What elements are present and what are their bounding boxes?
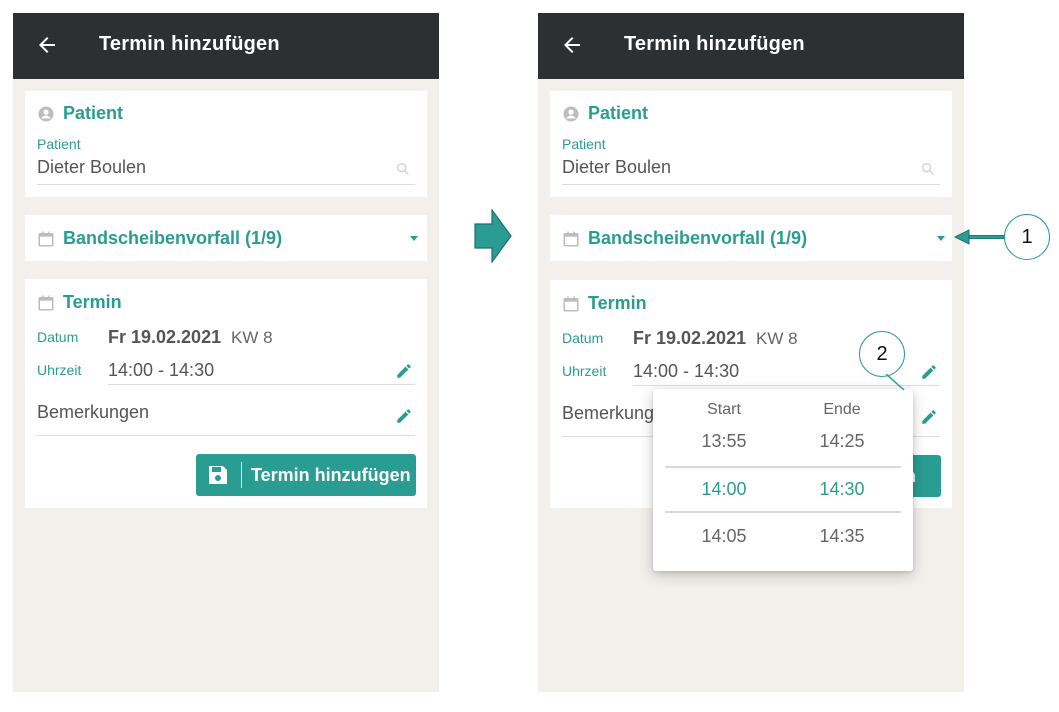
callout-1: 1 — [1004, 214, 1050, 260]
time-picker-popup[interactable]: Start Ende 13:55 14:25 14:00 14:30 14:05… — [653, 389, 913, 571]
date-label: Datum — [37, 329, 79, 345]
calendar-icon — [38, 295, 54, 310]
user-circle-icon — [563, 106, 579, 121]
diagnosis-dropdown[interactable]: Bandscheibenvorfall (1/9) — [25, 215, 427, 261]
patient-field-value[interactable]: Dieter Boulen — [37, 157, 146, 178]
time-label: Uhrzeit — [562, 363, 607, 379]
start-time-option-selected[interactable]: 14:00 — [664, 479, 784, 500]
appointment-section-title: Termin — [562, 293, 647, 314]
patient-field-underline — [37, 184, 415, 185]
patient-field-label: Patient — [562, 136, 606, 152]
remarks-label[interactable]: Bemerkungen — [37, 402, 149, 423]
calendar-icon — [563, 231, 579, 246]
patient-card: Patient Patient Dieter Boulen — [25, 91, 427, 197]
save-icon — [209, 466, 227, 484]
start-time-option[interactable]: 14:05 — [664, 526, 784, 547]
page-title: Termin hinzufügen — [99, 33, 280, 55]
callout-1-arrow — [953, 229, 1008, 245]
search-icon[interactable] — [395, 161, 411, 177]
end-column-header: Ende — [823, 401, 861, 418]
start-column-header: Start — [707, 401, 741, 418]
arrow-left-icon[interactable] — [560, 33, 584, 57]
callout-2-pointer — [885, 374, 905, 391]
end-time-option[interactable]: 14:25 — [782, 431, 902, 452]
patient-section-title: Patient — [37, 103, 123, 124]
end-time-option-selected[interactable]: 14:30 — [782, 479, 902, 500]
screen-before: Termin hinzufügen Patient Patient Dieter… — [13, 13, 439, 692]
selection-line-top — [665, 466, 901, 468]
user-circle-icon — [38, 106, 54, 121]
edit-time-pencil-icon[interactable] — [395, 362, 413, 380]
callout-2: 2 — [859, 331, 905, 377]
app-bar: Termin hinzufügen — [13, 13, 439, 79]
date-value[interactable]: Fr 19.02.2021 — [108, 327, 221, 348]
page-title: Termin hinzufügen — [624, 33, 805, 55]
time-value[interactable]: 14:00 - 14:30 — [633, 361, 739, 382]
week-number: KW 8 — [756, 329, 798, 348]
date-label: Datum — [562, 330, 604, 346]
chevron-down-icon[interactable] — [410, 236, 418, 241]
time-label: Uhrzeit — [37, 362, 82, 378]
transition-arrow-icon — [474, 209, 512, 263]
patient-field-value[interactable]: Dieter Boulen — [562, 157, 671, 178]
search-icon[interactable] — [920, 161, 936, 177]
start-time-option[interactable]: 13:55 — [664, 431, 784, 452]
appointment-section-title: Termin — [37, 292, 122, 313]
end-time-option[interactable]: 14:35 — [782, 526, 902, 547]
selection-line-bottom — [665, 511, 901, 513]
patient-field-label: Patient — [37, 136, 81, 152]
add-appointment-button[interactable]: Termin hinzufügen — [196, 454, 416, 496]
patient-section-title: Patient — [562, 103, 648, 124]
appointment-card: Termin Datum Fr 19.02.2021 KW 8 Uhrzeit … — [25, 279, 427, 508]
week-number: KW 8 — [231, 328, 273, 347]
edit-time-pencil-icon[interactable] — [920, 363, 938, 381]
date-value[interactable]: Fr 19.02.2021 — [633, 328, 746, 349]
diagnosis-label: Bandscheibenvorfall (1/9) — [588, 228, 808, 248]
edit-remarks-pencil-icon[interactable] — [395, 407, 413, 425]
calendar-icon — [563, 296, 579, 311]
arrow-left-icon[interactable] — [35, 33, 59, 57]
calendar-icon — [38, 231, 54, 246]
app-bar: Termin hinzufügen — [538, 13, 964, 79]
patient-card: Patient Patient Dieter Boulen — [550, 91, 952, 197]
diagnosis-dropdown[interactable]: Bandscheibenvorfall (1/9) — [550, 215, 952, 261]
chevron-down-icon[interactable] — [937, 236, 945, 241]
diagnosis-label: Bandscheibenvorfall (1/9) — [63, 228, 283, 248]
time-value[interactable]: 14:00 - 14:30 — [108, 360, 214, 381]
edit-remarks-pencil-icon[interactable] — [920, 408, 938, 426]
